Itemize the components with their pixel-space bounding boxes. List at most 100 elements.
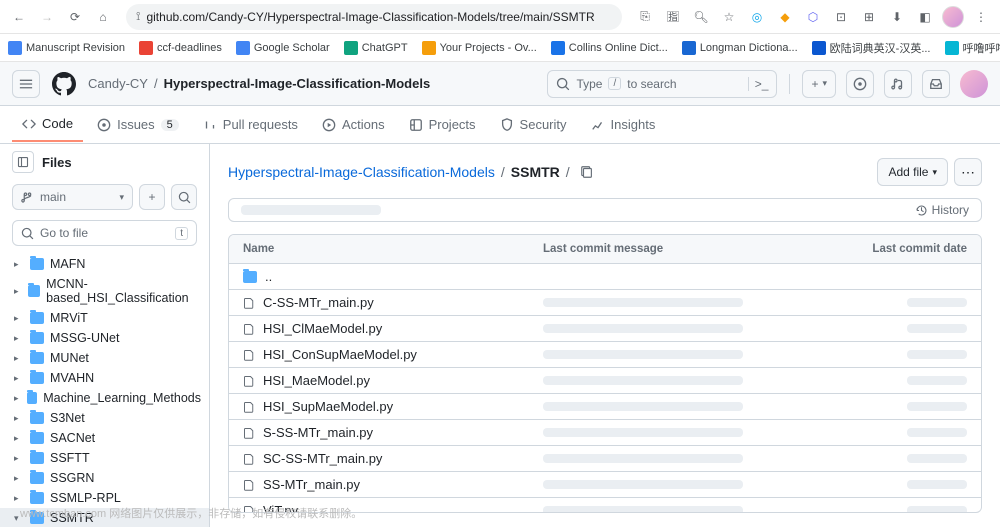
tree-item-label: MRViT [50,311,88,325]
ext-icon-4[interactable]: ⊡ [830,6,852,28]
translate-icon[interactable]: 🈯︎ [662,6,684,28]
tree-folder[interactable]: ▸MSSG-UNet [0,328,209,348]
repo-link[interactable]: Hyperspectral-Image-Classification-Model… [164,76,431,91]
shield-icon [500,118,514,132]
bookmark-item[interactable]: 欧陆词典英汉-汉英... [812,40,931,56]
table-row[interactable]: S-SS-MTr_main.py [229,420,981,446]
bookmark-item[interactable]: Longman Dictiona... [682,41,798,55]
ext-icon-2[interactable]: ◆ [774,6,796,28]
browser-toolbar: ← → ⟳ ⌂ ⟟ github.com/Candy-CY/Hyperspect… [0,0,1000,34]
file-link[interactable]: SC-SS-MTr_main.py [263,451,382,466]
folder-icon [30,412,44,424]
file-link[interactable]: HSI_ConSupMaeModel.py [263,347,417,362]
create-new-button[interactable]: +▾ [802,70,836,98]
chevron-right-icon: ▸ [14,313,24,324]
pull-requests-tray-button[interactable] [884,70,912,98]
bookmark-star-icon[interactable]: ☆ [718,6,740,28]
bookmark-item[interactable]: Google Scholar [236,41,330,55]
sidepanel-icon[interactable]: ◧ [914,6,936,28]
reload-button[interactable]: ⟳ [64,6,86,28]
bookmark-item[interactable]: 呼噜呼噜 ( ˘ )っ... [945,40,1000,56]
tab-code[interactable]: Code [12,110,83,142]
collapse-tree-button[interactable] [12,151,34,173]
owner-link[interactable]: Candy-CY [88,76,148,91]
history-link[interactable]: History [915,203,969,217]
file-link[interactable]: C-SS-MTr_main.py [263,295,374,310]
latest-commit-bar: History [228,198,982,222]
extensions-icon[interactable]: ⊞ [858,6,880,28]
tree-item-label: SSMLP-RPL [50,491,121,505]
tab-issues[interactable]: Issues5 [87,111,189,138]
back-button[interactable]: ← [8,6,30,28]
search-files-button[interactable] [171,184,197,210]
table-row[interactable]: HSI_ConSupMaeModel.py [229,342,981,368]
add-file-button[interactable]: + [139,184,165,210]
github-logo[interactable] [50,70,78,98]
file-link[interactable]: SS-MTr_main.py [263,477,360,492]
branch-selector[interactable]: main ▾ [12,184,133,210]
file-link[interactable]: HSI_MaeModel.py [263,373,370,388]
tab-security[interactable]: Security [490,111,577,138]
copy-path-button[interactable] [576,161,598,183]
tab-actions[interactable]: Actions [312,111,395,138]
tree-folder[interactable]: ▸SACNet [0,428,209,448]
bookmark-item[interactable]: Manuscript Revision [8,41,125,55]
issues-tray-button[interactable] [846,70,874,98]
zoom-icon[interactable]: 🔍︎ [690,6,712,28]
add-file-dropdown[interactable]: Add file▾ [877,158,948,186]
tree-folder[interactable]: ▸MVAHN [0,368,209,388]
file-link[interactable]: S-SS-MTr_main.py [263,425,373,440]
home-button[interactable]: ⌂ [92,6,114,28]
more-options-button[interactable]: ⋯ [954,158,982,186]
ext-icon-3[interactable]: ⬡ [802,6,824,28]
tree-folder[interactable]: ▸MUNet [0,348,209,368]
global-nav-menu[interactable] [12,70,40,98]
user-avatar[interactable] [960,70,988,98]
downloads-icon[interactable]: ⬇ [886,6,908,28]
send-tab-icon[interactable]: ⎘ [634,6,656,28]
tree-folder[interactable]: ▸MCNN-based_HSI_Classification [0,274,209,308]
bookmark-item[interactable]: ccf-deadlines [139,41,222,55]
tree-folder[interactable]: ▸SSFTT [0,448,209,468]
parent-repo-link[interactable]: Hyperspectral-Image-Classification-Model… [228,164,495,180]
address-bar[interactable]: ⟟ github.com/Candy-CY/Hyperspectral-Imag… [126,4,622,30]
table-row[interactable]: HSI_MaeModel.py [229,368,981,394]
profile-avatar[interactable] [942,6,964,28]
file-filter-input[interactable]: Go to file t [12,220,197,246]
file-link[interactable]: HSI_ClMaeModel.py [263,321,382,336]
tree-folder[interactable]: ▸ MRViT [0,308,209,328]
tree-item-label: S3Net [50,411,85,425]
tree-item-label: MVAHN [50,371,94,385]
bookmark-item[interactable]: ChatGPT [344,41,408,55]
file-icon [243,322,255,336]
tree-folder[interactable]: ▸Machine_Learning_Methods [0,388,209,408]
table-row[interactable]: HSI_SupMaeModel.py [229,394,981,420]
tab-projects[interactable]: Projects [399,111,486,138]
tree-folder[interactable]: ▸SSGRN [0,468,209,488]
table-row[interactable]: C-SS-MTr_main.py [229,290,981,316]
tree-folder[interactable]: ▸MAFN [0,254,209,274]
hamburger-icon [19,77,33,91]
forward-button[interactable]: → [36,6,58,28]
bookmark-item[interactable]: Your Projects - Ov... [422,41,537,55]
chrome-menu-icon[interactable]: ⋮ [970,6,992,28]
tab-insights[interactable]: Insights [581,111,666,138]
file-link[interactable]: HSI_SupMaeModel.py [263,399,393,414]
ext-icon-1[interactable]: ◎ [746,6,768,28]
parent-dir-row[interactable]: .. [229,264,981,290]
tree-folder[interactable]: ▸ S3Net [0,408,209,428]
chevron-right-icon: ▸ [14,413,24,424]
bookmark-item[interactable]: Collins Online Dict... [551,41,668,55]
table-row[interactable]: SS-MTr_main.py [229,472,981,498]
table-row[interactable]: SC-SS-MTr_main.py [229,446,981,472]
tab-pull-requests[interactable]: Pull requests [193,111,308,138]
notifications-button[interactable] [922,70,950,98]
folder-icon [30,492,44,504]
commit-date-placeholder [907,480,967,489]
copy-icon [580,165,594,179]
global-search[interactable]: Type / to search >_ [547,70,777,98]
breadcrumb-sep: / [154,76,158,91]
table-row[interactable]: HSI_ClMaeModel.py [229,316,981,342]
commit-placeholder [241,205,381,215]
folder-icon [30,312,44,324]
